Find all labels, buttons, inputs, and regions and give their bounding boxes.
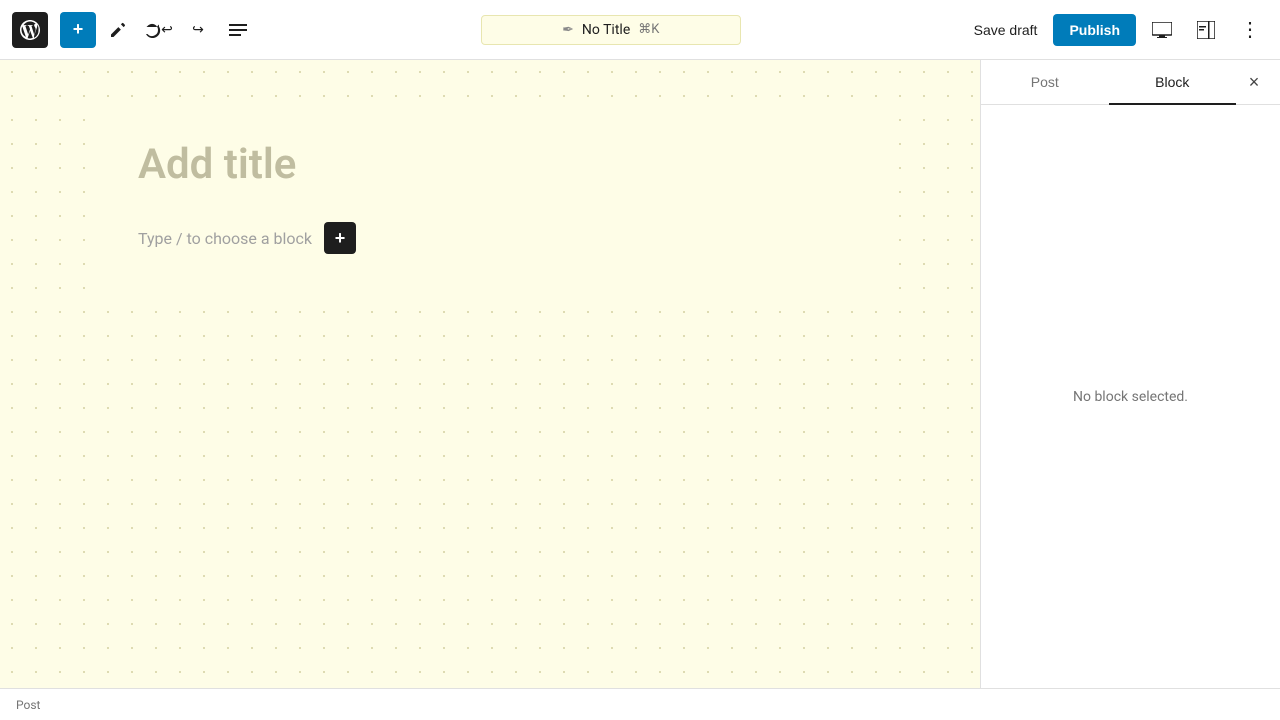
command-bar[interactable]: ✒ No Title ⌘K: [481, 15, 741, 45]
more-options-icon: ⋮: [1240, 20, 1260, 40]
toolbar-right: Save draft Publish ⋮: [966, 12, 1268, 48]
redo-button[interactable]: ↪: [180, 12, 216, 48]
command-bar-icon: ✒: [562, 22, 574, 38]
document-tools-button[interactable]: [220, 12, 256, 48]
pencil-icon: [109, 21, 127, 39]
add-block-inline-button[interactable]: +: [324, 222, 356, 254]
toolbar: + ↩ ↪ ✒ No Title ⌘K S: [0, 0, 1280, 60]
toolbar-center: ✒ No Title ⌘K: [260, 15, 962, 45]
undo-button[interactable]: ↩: [140, 12, 176, 48]
no-block-message: No block selected.: [1073, 389, 1188, 405]
panel-icon: [1197, 21, 1215, 39]
sidebar-content: No block selected.: [981, 105, 1280, 688]
publish-button[interactable]: Publish: [1053, 14, 1136, 46]
pencil-button[interactable]: [100, 12, 136, 48]
tab-block[interactable]: Block: [1109, 60, 1237, 104]
block-placeholder-row: Type / to choose a block +: [138, 222, 842, 254]
command-bar-title: No Title: [582, 22, 630, 38]
save-draft-button[interactable]: Save draft: [966, 16, 1046, 44]
tab-post[interactable]: Post: [981, 60, 1109, 104]
close-sidebar-button[interactable]: ×: [1236, 64, 1272, 100]
panel-settings-button[interactable]: [1188, 12, 1224, 48]
command-bar-shortcut: ⌘K: [638, 22, 659, 37]
close-icon: ×: [1249, 72, 1260, 93]
status-bar-text: Post: [16, 698, 40, 712]
sidebar: Post Block × No block selected.: [980, 60, 1280, 688]
more-options-button[interactable]: ⋮: [1232, 12, 1268, 48]
editor-content: Add title Type / to choose a block +: [90, 100, 890, 294]
monitor-icon: [1152, 22, 1172, 38]
main-area: Add title Type / to choose a block + Pos…: [0, 60, 1280, 688]
undo-icon: [143, 21, 161, 39]
wp-logo-icon: [20, 20, 40, 40]
block-placeholder-text: Type / to choose a block: [138, 229, 312, 248]
post-title-placeholder[interactable]: Add title: [138, 140, 842, 190]
view-button[interactable]: [1144, 12, 1180, 48]
tools-icon: [229, 21, 247, 39]
add-block-button[interactable]: +: [60, 12, 96, 48]
status-bar: Post: [0, 688, 1280, 720]
sidebar-tabs: Post Block ×: [981, 60, 1280, 105]
editor-area[interactable]: Add title Type / to choose a block +: [0, 60, 980, 688]
wp-logo[interactable]: [12, 12, 48, 48]
